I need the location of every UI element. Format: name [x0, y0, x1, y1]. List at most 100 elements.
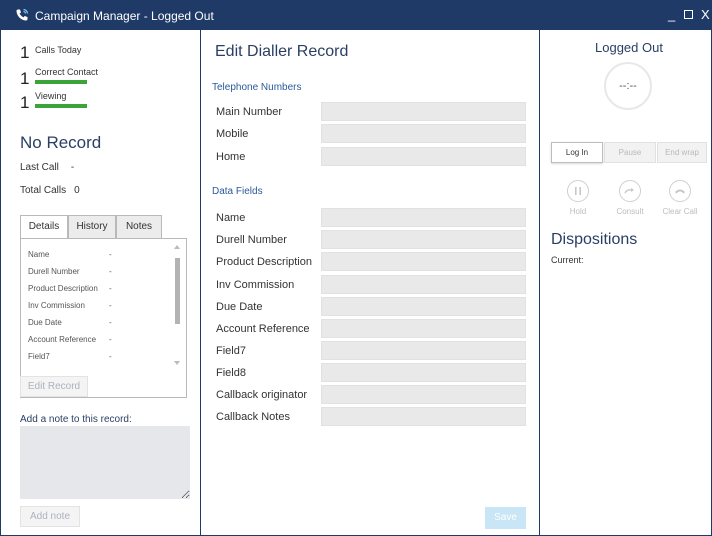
- field-label: Durell Number: [216, 234, 287, 246]
- scroll-down-icon[interactable]: [174, 361, 180, 365]
- name-input[interactable]: [321, 208, 526, 227]
- field-label: Callback Notes: [216, 411, 290, 423]
- stat-number: 1: [20, 93, 30, 112]
- detail-label: Account Reference: [28, 335, 97, 344]
- detail-value: -: [109, 284, 112, 293]
- edit-record-pane: Edit Dialler Record Telephone Numbers Ma…: [202, 30, 540, 535]
- tab-history[interactable]: History: [68, 215, 116, 238]
- product-description-input[interactable]: [321, 252, 526, 271]
- detail-label: Name: [28, 250, 50, 259]
- stat-number: 1: [20, 43, 30, 62]
- total-calls-value: 0: [74, 185, 80, 196]
- detail-row: Durell Number -: [28, 267, 178, 276]
- agent-status: Logged Out: [595, 40, 663, 55]
- field-label: Mobile: [216, 128, 249, 140]
- main-number-input[interactable]: [321, 102, 526, 121]
- edit-record-button[interactable]: Edit Record: [20, 376, 88, 397]
- log-in-button[interactable]: Log In: [551, 142, 603, 163]
- consult-label: Consult: [616, 207, 644, 216]
- note-label: Add a note to this record:: [20, 414, 132, 425]
- detail-value: -: [109, 267, 112, 276]
- detail-label: Field7: [28, 352, 50, 361]
- consult-icon[interactable]: [619, 180, 641, 202]
- stat-number: 1: [20, 69, 30, 88]
- title-bar: Campaign Manager - Logged Out _ X: [1, 1, 711, 30]
- last-call-value: -: [70, 162, 75, 173]
- field8-input[interactable]: [321, 363, 526, 382]
- field-label: Callback originator: [216, 389, 308, 401]
- app-window: Campaign Manager - Logged Out _ X 1 Call…: [0, 0, 712, 536]
- detail-label: Durell Number: [28, 267, 80, 276]
- mobile-input[interactable]: [321, 124, 526, 143]
- field-label: Due Date: [216, 301, 263, 313]
- scroll-thumb[interactable]: [175, 258, 180, 324]
- detail-row: Name -: [28, 250, 178, 259]
- detail-row: Account Reference -: [28, 335, 178, 344]
- telephone-heading: Telephone Numbers: [212, 82, 302, 93]
- end-wrap-button[interactable]: End wrap: [657, 142, 707, 163]
- total-calls-row: Total Calls 0: [20, 185, 80, 196]
- field-label: Account Reference: [216, 323, 310, 335]
- callback-notes-input[interactable]: [321, 407, 526, 426]
- detail-label: Product Description: [28, 284, 98, 293]
- field-label: Field7: [216, 345, 246, 357]
- field-label: Main Number: [216, 106, 283, 118]
- tab-notes[interactable]: Notes: [116, 215, 162, 238]
- add-note-button[interactable]: Add note: [20, 506, 80, 527]
- detail-row: Field7 -: [28, 352, 178, 361]
- detail-row: Product Description -: [28, 284, 178, 293]
- call-timer: --:--: [604, 62, 652, 110]
- detail-value: -: [109, 301, 112, 310]
- home-input[interactable]: [321, 147, 526, 166]
- stat-label: Calls Today: [35, 45, 82, 55]
- detail-row: Inv Commission -: [28, 301, 178, 310]
- stat-bar: [35, 80, 87, 84]
- detail-label: Due Date: [28, 318, 62, 327]
- detail-row: Due Date -: [28, 318, 178, 327]
- callback-originator-input[interactable]: [321, 385, 526, 404]
- clear-call-icon[interactable]: [669, 180, 691, 202]
- close-icon[interactable]: X: [701, 7, 710, 22]
- current-disposition-label: Current:: [551, 255, 584, 265]
- durell-number-input[interactable]: [321, 230, 526, 249]
- save-button[interactable]: Save: [485, 507, 526, 529]
- detail-label: Inv Commission: [28, 301, 85, 310]
- hold-label: Hold: [569, 207, 587, 216]
- last-call-row: Last Call -: [20, 162, 74, 173]
- minimize-icon[interactable]: _: [668, 7, 675, 22]
- stat-bar: [35, 104, 87, 108]
- note-textarea[interactable]: [20, 426, 190, 499]
- pause-button[interactable]: Pause: [604, 142, 656, 163]
- detail-value: -: [109, 318, 112, 327]
- details-panel: Name - Durell Number - Product Description…: [20, 238, 187, 398]
- account-reference-input[interactable]: [321, 319, 526, 338]
- window-title: Campaign Manager - Logged Out: [35, 9, 214, 23]
- phone-icon: [16, 8, 29, 21]
- total-calls-label: Total Calls: [20, 185, 67, 196]
- record-heading: No Record: [20, 133, 102, 152]
- detail-value: -: [109, 335, 112, 344]
- record-tabs: Details History Notes: [20, 215, 182, 239]
- clear-call-label: Clear Call: [662, 207, 698, 216]
- last-call-label: Last Call: [20, 162, 59, 173]
- scroll-up-icon[interactable]: [174, 245, 180, 249]
- field-label: Name: [216, 212, 246, 224]
- tab-details[interactable]: Details: [20, 215, 68, 239]
- record-summary-pane: 1 Calls Today 1 Correct Contact 1 Viewin…: [1, 30, 201, 535]
- stat-label: Viewing: [35, 91, 67, 101]
- detail-value: -: [109, 352, 112, 361]
- field-label: Product Description: [216, 256, 312, 268]
- details-scrollbar[interactable]: [173, 245, 182, 365]
- field-label: Home: [216, 151, 246, 163]
- field7-input[interactable]: [321, 341, 526, 360]
- detail-value: -: [109, 250, 112, 259]
- inv-commission-input[interactable]: [321, 275, 526, 294]
- editor-title: Edit Dialler Record: [215, 43, 349, 60]
- field-label: Field8: [216, 367, 246, 379]
- field-label: Inv Commission: [216, 279, 295, 291]
- due-date-input[interactable]: [321, 297, 526, 316]
- agent-control-pane: Logged Out --:-- Log In Pause End wrap H…: [541, 30, 711, 535]
- hold-icon[interactable]: [567, 180, 589, 202]
- maximize-icon[interactable]: [684, 10, 693, 19]
- stat-label: Correct Contact: [35, 67, 99, 77]
